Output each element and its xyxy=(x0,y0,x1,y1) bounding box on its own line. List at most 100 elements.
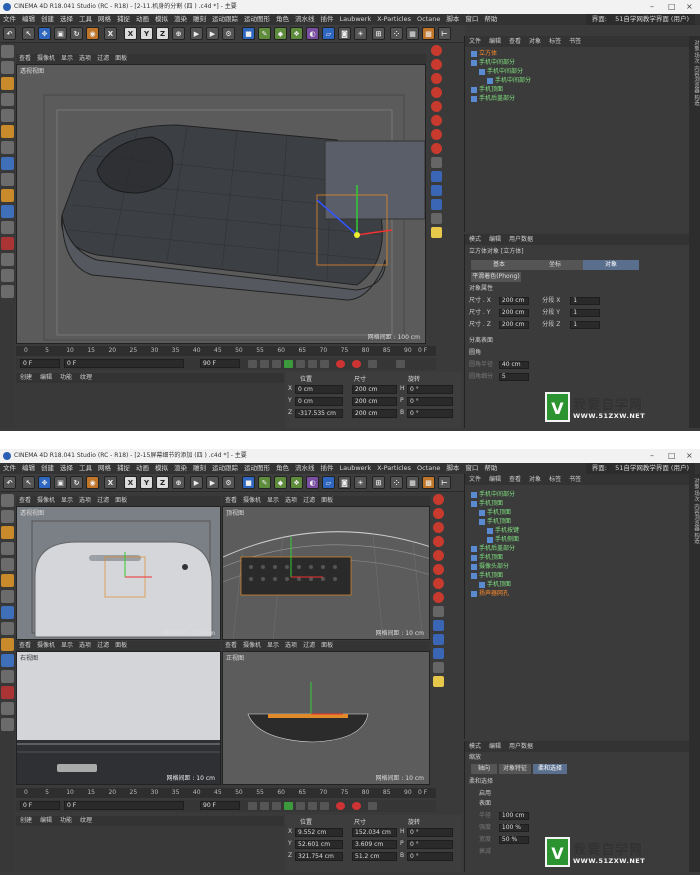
om-menu-view[interactable]: 查看 xyxy=(509,476,521,483)
object-item[interactable]: 手机中间部分 xyxy=(471,490,515,499)
object-item[interactable]: 手机后盖部分 xyxy=(471,544,515,553)
recent-tools-icon[interactable]: ◉ xyxy=(86,476,99,489)
maximize-icon[interactable]: □ xyxy=(668,449,676,463)
om-menu-view[interactable]: 查看 xyxy=(509,38,521,45)
top-viewport[interactable]: 顶视图 网格间距 : 10 cm xyxy=(222,506,430,640)
goto-start-icon[interactable] xyxy=(248,802,257,810)
size-z-field[interactable]: 51.2 cm xyxy=(352,852,397,861)
menu-script[interactable]: 脚本 xyxy=(446,15,459,23)
vp-menu-options[interactable]: 选项 xyxy=(79,497,91,504)
rot-b-field[interactable]: 0 ° xyxy=(407,852,453,861)
light-icon[interactable]: ☀ xyxy=(354,476,367,489)
key-pla-icon[interactable] xyxy=(433,564,444,575)
rot-h-field[interactable]: 0 ° xyxy=(407,828,453,837)
sculpt-icon[interactable] xyxy=(1,205,14,218)
key-scale-icon[interactable] xyxy=(433,522,444,533)
magnet-icon[interactable] xyxy=(1,237,14,250)
cube-icon[interactable]: ■ xyxy=(242,27,255,40)
timeline-ruler[interactable]: 0 5 10 15 20 25 30 35 40 45 50 55 60 65 70 75 80 85 90 0 F xyxy=(16,788,436,798)
mat-menu-texture[interactable]: 纹理 xyxy=(80,374,92,381)
live-select-icon[interactable]: ↖ xyxy=(22,27,35,40)
menu-xparticles[interactable]: X-Particles xyxy=(377,15,411,23)
pos-x-field[interactable]: 9.552 cm xyxy=(295,828,343,837)
am-menu-edit[interactable]: 编辑 xyxy=(489,236,501,243)
menu-motion-tracking[interactable]: 运动跟踪 xyxy=(212,464,238,472)
vp-menu-display[interactable]: 显示 xyxy=(267,497,279,504)
seg-x-input[interactable]: 1 xyxy=(570,296,601,305)
radius-input[interactable]: 100 cm xyxy=(498,811,529,820)
vp-menu-view[interactable]: 查看 xyxy=(225,497,237,504)
snap-icon[interactable] xyxy=(1,606,14,619)
vp-menu-options[interactable]: 选项 xyxy=(79,642,91,649)
menu-tools[interactable]: 工具 xyxy=(79,15,92,23)
prop-separate-surfaces[interactable]: 分离表面 xyxy=(469,336,493,346)
record-icon[interactable] xyxy=(431,45,442,56)
vp-menu-display[interactable]: 显示 xyxy=(61,642,73,649)
vp-menu-options[interactable]: 选项 xyxy=(285,497,297,504)
minimize-icon[interactable]: – xyxy=(650,449,654,463)
next-frame-icon[interactable] xyxy=(296,802,305,810)
mat-menu-texture[interactable]: 纹理 xyxy=(80,817,92,824)
move-icon[interactable]: ✥ xyxy=(38,476,51,489)
rot-p-field[interactable]: 0 ° xyxy=(407,397,453,406)
am-menu-mode[interactable]: 模式 xyxy=(469,236,481,243)
z-lock-icon[interactable]: Z xyxy=(156,27,169,40)
vp-menu-display[interactable]: 显示 xyxy=(61,497,73,504)
keyframe-sel-icon[interactable] xyxy=(431,143,442,154)
uv-icon[interactable] xyxy=(1,141,14,154)
menu-mesh[interactable]: 网格 xyxy=(98,464,111,472)
goto-start-icon[interactable] xyxy=(248,360,257,368)
om-menu-edit[interactable]: 编辑 xyxy=(489,38,501,45)
polygons-mode-icon[interactable]: ▩ xyxy=(422,476,435,489)
edges-mode-icon[interactable]: ▦ xyxy=(406,27,419,40)
tab-object-props[interactable]: 对象特征 xyxy=(499,764,531,774)
om-menu-bookmark[interactable]: 书签 xyxy=(569,38,581,45)
menu-render[interactable]: 渲染 xyxy=(174,464,187,472)
key-pos-icon[interactable] xyxy=(431,59,442,70)
right-viewport[interactable]: 右视图 网格间距 : 10 cm xyxy=(16,651,221,785)
size-x-field[interactable]: 200 cm xyxy=(352,385,397,394)
enable-axis-icon[interactable]: ⊢ xyxy=(438,27,451,40)
am-menu-mode[interactable]: 模式 xyxy=(469,743,481,750)
size-y-input[interactable]: 200 cm xyxy=(498,308,529,317)
points-mode-icon[interactable]: ⁘ xyxy=(390,476,403,489)
s-script-icon[interactable] xyxy=(433,620,444,631)
object-item[interactable]: 手机顶面 xyxy=(479,517,511,526)
side-tab-takes[interactable]: 场次 xyxy=(693,491,699,502)
fillet-radius-input[interactable]: 40 cm xyxy=(498,360,529,369)
tag-icon[interactable] xyxy=(433,662,444,673)
vp-menu-filter[interactable]: 过滤 xyxy=(97,642,109,649)
object-item[interactable]: 扬声器网孔 xyxy=(471,589,509,598)
vp-menu-panel[interactable]: 面板 xyxy=(115,497,127,504)
menu-create[interactable]: 创建 xyxy=(41,15,54,23)
tab-basic[interactable]: 基本 xyxy=(471,260,527,270)
object-item[interactable]: 手机顶面 xyxy=(471,553,503,562)
play-icon[interactable] xyxy=(284,802,293,810)
menu-laubwerk[interactable]: Laubwerk xyxy=(340,15,372,23)
next-frame-icon[interactable] xyxy=(296,360,305,368)
render-view-icon[interactable]: ▶ xyxy=(190,476,203,489)
deformer-icon[interactable]: ◐ xyxy=(306,476,319,489)
vp-menu-options[interactable]: 选项 xyxy=(79,55,91,62)
object-item[interactable]: 手机侧面 xyxy=(487,535,519,544)
key-param-icon[interactable] xyxy=(431,101,442,112)
vp-menu-filter[interactable]: 过滤 xyxy=(97,55,109,62)
s-script-3-icon[interactable] xyxy=(431,199,442,210)
vp-menu-filter[interactable]: 过滤 xyxy=(303,642,315,649)
menu-sculpt[interactable]: 雕刻 xyxy=(193,464,206,472)
lock-workplane-icon[interactable] xyxy=(1,173,14,186)
menu-window[interactable]: 窗口 xyxy=(465,15,478,23)
prop-fillet[interactable]: 圆角 xyxy=(469,348,481,358)
am-menu-userdata[interactable]: 用户数据 xyxy=(509,236,533,243)
make-editable-icon[interactable]: ⊞ xyxy=(372,27,385,40)
side-tab-construct[interactable]: 构造 xyxy=(693,533,699,544)
vp-menu-display[interactable]: 显示 xyxy=(61,55,73,62)
move-icon[interactable]: ✥ xyxy=(38,27,51,40)
y-lock-icon[interactable]: Y xyxy=(140,27,153,40)
object-item[interactable]: 手机中间部分 xyxy=(479,67,523,76)
menu-help[interactable]: 帮助 xyxy=(484,15,497,23)
floor-icon[interactable]: ▱ xyxy=(322,476,335,489)
prev-frame-icon[interactable] xyxy=(272,802,281,810)
vp-menu-filter[interactable]: 过滤 xyxy=(303,497,315,504)
side-tab-objects[interactable]: 对象 xyxy=(693,478,699,489)
